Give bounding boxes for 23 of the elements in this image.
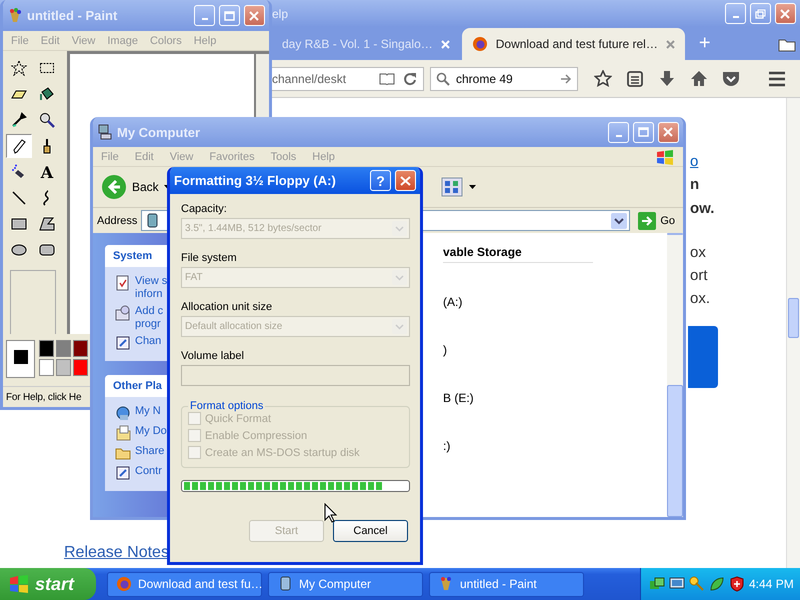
text: ort [689, 266, 708, 286]
text: ox. [689, 289, 710, 309]
text: ox [689, 243, 706, 263]
text: n [689, 175, 700, 195]
text: ow. [689, 199, 714, 219]
tab-title: day R&B - Vol. 1 - Singalo… [282, 37, 433, 51]
url-text: channel/deskt [272, 72, 348, 86]
address-label: Address [97, 214, 138, 226]
clock: 4:44 PM [749, 577, 794, 591]
window-title: untitled - Paint [27, 8, 118, 23]
option-label: Enable Compression [205, 430, 308, 442]
option-label: Create an MS-DOS startup disk [205, 446, 360, 458]
window-title: elp [272, 6, 290, 20]
window-title: Formatting 3½ Floppy (A:) [174, 173, 337, 188]
field-label: Capacity: [181, 202, 228, 216]
window-title: My Computer [117, 124, 202, 140]
search-text: chrome 49 [456, 72, 514, 86]
option-label: Quick Format [205, 412, 272, 424]
group-header: vable Storage [443, 245, 593, 263]
dialog-button: Start [249, 520, 324, 542]
field-label: Allocation unit size [181, 300, 274, 314]
field-label: Volume label [181, 349, 245, 363]
tab-title: Download and test future rel… [496, 37, 658, 51]
